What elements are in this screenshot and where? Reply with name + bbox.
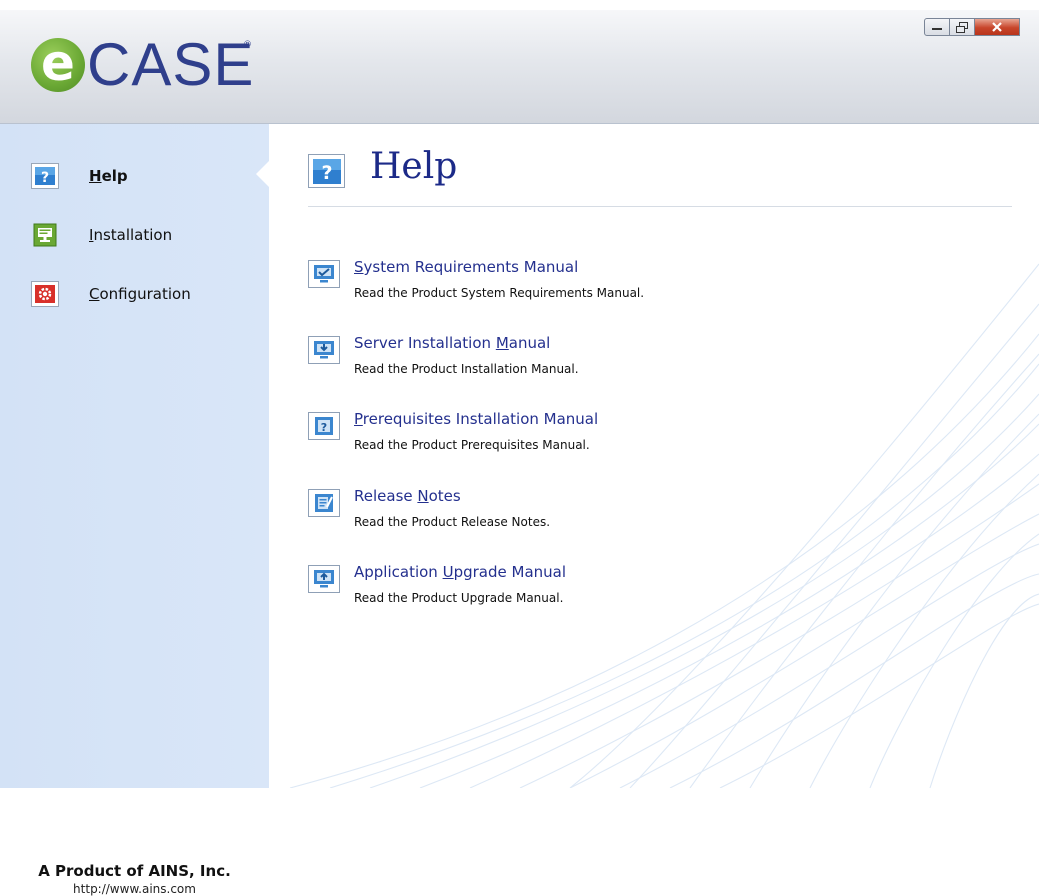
release-notes-link[interactable]: Release Notes: [354, 487, 461, 505]
svg-text:?: ?: [321, 162, 332, 184]
restore-icon: [956, 21, 968, 33]
restore-button[interactable]: [949, 18, 975, 36]
link-description: Read the Product Upgrade Manual.: [354, 591, 564, 605]
main-content: ? Help System Requirements Manual Read t…: [270, 124, 1039, 788]
logo-case: CASE: [87, 31, 255, 98]
application-upgrade-link[interactable]: Application Upgrade Manual: [354, 563, 566, 581]
svg-text:?: ?: [321, 421, 327, 434]
top-band: [0, 0, 1039, 10]
notes-icon: [308, 489, 340, 517]
active-item-pointer: [256, 160, 270, 188]
sidebar-footer: A Product of AINS, Inc. http://www.ains.…: [0, 862, 269, 896]
system-requirements-link[interactable]: System Requirements Manual: [354, 258, 578, 276]
close-icon: [992, 22, 1002, 32]
minimize-icon: [932, 28, 942, 30]
upgrade-monitor-icon: [308, 565, 340, 593]
list-item: Application Upgrade Manual Read the Prod…: [308, 563, 948, 623]
help-icon: ?: [31, 163, 59, 189]
sidebar: ? Help Installation Configuration A Prod…: [0, 124, 269, 896]
link-description: Read the Product Prerequisites Manual.: [354, 438, 590, 452]
sidebar-item-installation[interactable]: Installation: [31, 222, 172, 248]
sidebar-item-configuration[interactable]: Configuration: [31, 281, 191, 307]
download-monitor-icon: [308, 336, 340, 364]
title-bar[interactable]: e CASE ®: [0, 10, 1039, 124]
list-item: System Requirements Manual Read the Prod…: [308, 258, 948, 318]
configuration-icon: [31, 281, 59, 307]
link-description: Read the Product System Requirements Man…: [354, 286, 645, 300]
sidebar-item-label: Configuration: [89, 285, 191, 303]
page-title: Help: [370, 146, 458, 187]
sidebar-item-help[interactable]: ? Help: [31, 163, 128, 189]
list-item: ? Prerequisites Installation Manual Read…: [308, 410, 948, 470]
logo-e: e: [31, 38, 85, 92]
close-button[interactable]: [974, 18, 1020, 36]
sidebar-item-label: Help: [89, 167, 128, 185]
help-icon: ?: [308, 154, 345, 188]
prerequisites-installation-link[interactable]: Prerequisites Installation Manual: [354, 410, 598, 428]
link-description: Read the Product Release Notes.: [354, 515, 551, 529]
company-name: A Product of AINS, Inc.: [38, 862, 231, 880]
svg-text:?: ?: [41, 170, 49, 186]
company-url[interactable]: http://www.ains.com: [0, 882, 269, 896]
server-installation-link[interactable]: Server Installation Manual: [354, 334, 550, 352]
checklist-monitor-icon: [308, 260, 340, 288]
logo-registered-mark: ®: [243, 40, 252, 50]
list-item: Release Notes Read the Product Release N…: [308, 487, 948, 547]
window-controls: [924, 18, 1020, 38]
link-description: Read the Product Installation Manual.: [354, 362, 579, 376]
question-document-icon: ?: [308, 412, 340, 440]
list-item: Server Installation Manual Read the Prod…: [308, 334, 948, 394]
sidebar-item-label: Installation: [89, 226, 173, 244]
installation-icon: [31, 222, 59, 248]
minimize-button[interactable]: [924, 18, 950, 36]
title-divider: [308, 206, 1012, 207]
